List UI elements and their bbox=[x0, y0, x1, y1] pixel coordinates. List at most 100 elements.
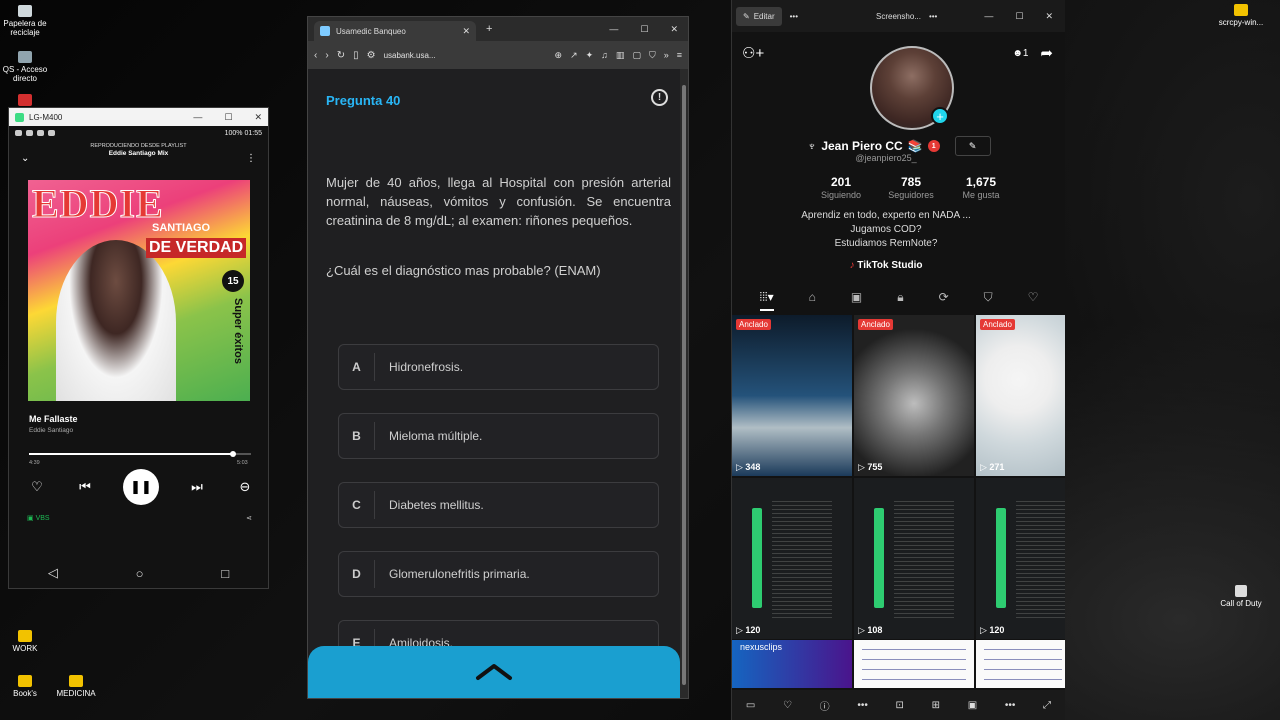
device-icon[interactable]: ▣ VBS bbox=[27, 514, 50, 522]
close-icon[interactable]: ✕ bbox=[670, 24, 678, 35]
recents-icon[interactable]: □ bbox=[221, 566, 229, 581]
option-d[interactable]: D Glomerulonefritis primaria. bbox=[338, 551, 659, 597]
close-icon[interactable]: ✕ bbox=[1045, 11, 1053, 22]
expand-icon[interactable]: ⤢ bbox=[1043, 700, 1051, 711]
stat-following[interactable]: 201 Siguiendo bbox=[806, 175, 876, 200]
browser-tab[interactable]: Usamedic Banqueo ✕ bbox=[314, 21, 476, 41]
reading-icon[interactable]: ♫ bbox=[601, 50, 608, 61]
video-tile[interactable]: Anclado ▷ 348 bbox=[732, 315, 852, 476]
edit-button[interactable]: ✎ Editar bbox=[736, 6, 782, 26]
heart-icon[interactable]: ♡ bbox=[27, 479, 47, 495]
video-tile[interactable]: ▷ 120 bbox=[976, 478, 1065, 639]
chevron-down-icon[interactable]: ⌄ bbox=[21, 153, 29, 164]
video-tile[interactable] bbox=[854, 640, 974, 688]
tab-liked-icon[interactable]: ♡ bbox=[1028, 290, 1039, 311]
phone-mirror-window[interactable]: LG-M400 — ☐ ✕ 100% 01:55 ⌄ ⋮ REPRODUCIEN… bbox=[8, 107, 269, 589]
tab-saved-icon[interactable]: ⛉ bbox=[984, 290, 993, 311]
info-icon[interactable]: ⓘ bbox=[820, 698, 830, 713]
remove-icon[interactable]: ⊖ bbox=[235, 479, 255, 495]
home-icon[interactable]: ○ bbox=[136, 566, 144, 581]
video-tile[interactable]: ▷ 120 bbox=[732, 478, 852, 639]
option-a[interactable]: A Hidronefrosis. bbox=[338, 344, 659, 390]
share-icon[interactable]: ➦ bbox=[1040, 44, 1053, 62]
more-icon[interactable]: ••• bbox=[929, 12, 937, 21]
scrollbar-thumb[interactable] bbox=[682, 85, 686, 685]
video-tile[interactable]: ▷ 108 bbox=[854, 478, 974, 639]
desktop-icon-scrcpy[interactable]: scrcpy-win... bbox=[1211, 4, 1271, 27]
tiktok-window[interactable]: ✎ Editar ••• Screensho... ••• — ☐ ✕ ⚇+ ☻1… bbox=[731, 0, 1065, 720]
next-icon[interactable]: ⏭ bbox=[187, 479, 207, 495]
stat-followers[interactable]: 785 Seguidores bbox=[876, 175, 946, 200]
tab-videos-grid-icon[interactable]: ⦙⦙⦙▾ bbox=[759, 290, 774, 311]
maximize-icon[interactable]: ☐ bbox=[224, 112, 232, 123]
browser-window[interactable]: Usamedic Banqueo ✕ + — ☐ ✕ ‹ › ↻ ▯ ⚙ usa… bbox=[307, 16, 689, 699]
phone-window-titlebar[interactable]: LG-M400 — ☐ ✕ bbox=[9, 108, 268, 126]
stat-likes[interactable]: 1,675 Me gusta bbox=[946, 175, 1016, 200]
crop-icon[interactable]: ⊞ bbox=[932, 700, 940, 711]
maximize-icon[interactable]: ☐ bbox=[1015, 11, 1023, 22]
tab-private-icon[interactable]: 🔒︎ bbox=[897, 290, 903, 311]
shield-icon[interactable]: ⛉ bbox=[649, 50, 656, 61]
video-tile[interactable] bbox=[976, 640, 1065, 688]
desktop-icon-recycle-bin[interactable]: Papelera de reciclaje bbox=[0, 5, 55, 37]
desktop-icon-work[interactable]: WORK bbox=[0, 630, 55, 653]
extension-icon[interactable]: ✦ bbox=[586, 50, 594, 61]
desktop-icon-qs[interactable]: QS - Acceso directo bbox=[0, 51, 55, 83]
playlist-header: REPRODUCIENDO DESDE PLAYLIST Eddie Santi… bbox=[9, 143, 268, 159]
expand-panel-button[interactable] bbox=[308, 646, 680, 698]
back-icon[interactable]: ◁ bbox=[48, 565, 58, 581]
add-story-icon[interactable]: + bbox=[931, 107, 949, 125]
close-tab-icon[interactable]: ✕ bbox=[462, 26, 470, 37]
share-icon[interactable]: ↗ bbox=[570, 50, 578, 61]
minimize-icon[interactable]: — bbox=[609, 24, 618, 35]
tiktok-studio-link[interactable]: ♪ TikTok Studio bbox=[732, 260, 1053, 271]
sidebar-icon[interactable]: ▥ bbox=[616, 50, 625, 61]
reload-icon[interactable]: ↻ bbox=[337, 50, 345, 61]
tab-shop-icon[interactable]: ⌂ bbox=[809, 290, 816, 311]
option-c[interactable]: C Diabetes mellitus. bbox=[338, 482, 659, 528]
profile-tabs: ⦙⦙⦙▾ ⌂ ▣ 🔒︎ ⟳ ⛉ ♡ bbox=[732, 290, 1065, 311]
pause-button[interactable]: ❚❚ bbox=[123, 469, 159, 505]
minimize-icon[interactable]: — bbox=[984, 11, 993, 22]
screenshot-icon[interactable]: ▢ bbox=[632, 50, 641, 61]
more-icon[interactable]: » bbox=[664, 50, 669, 61]
add-friend-icon[interactable]: ⚇+ bbox=[742, 44, 764, 62]
page-scrollbar[interactable] bbox=[680, 69, 688, 698]
desktop-icon-call-of-duty[interactable]: Call of Duty bbox=[1211, 585, 1271, 608]
window-icon[interactable]: ▣ bbox=[968, 700, 977, 711]
menu-icon[interactable]: ≡ bbox=[677, 50, 682, 61]
more-icon[interactable]: ••• bbox=[1005, 700, 1016, 711]
video-tile[interactable]: nexusclips bbox=[732, 640, 852, 688]
capture-icon[interactable]: ⊡ bbox=[896, 700, 904, 711]
forward-icon[interactable]: › bbox=[325, 50, 328, 61]
info-icon[interactable]: ! bbox=[651, 89, 668, 106]
desktop-icon-medicina[interactable]: MEDICINA bbox=[46, 675, 106, 698]
video-tile[interactable]: Anclado ▷ 271 bbox=[976, 315, 1065, 476]
minimize-icon[interactable]: — bbox=[193, 112, 202, 123]
desktop-icon-app[interactable] bbox=[0, 94, 55, 108]
site-info-icon[interactable]: ⚙ bbox=[367, 50, 376, 61]
zoom-icon[interactable]: ⊕ bbox=[555, 50, 563, 61]
playback-extras: ▣ VBS ⋖ bbox=[27, 514, 252, 522]
heart-icon[interactable]: ♡ bbox=[783, 700, 792, 711]
tab-stickers-icon[interactable]: ▣ bbox=[851, 290, 862, 311]
song-artist[interactable]: Eddie Santiago bbox=[29, 427, 73, 434]
bookmark-icon[interactable]: ▯ bbox=[353, 50, 359, 61]
tab-reposts-icon[interactable]: ⟳ bbox=[939, 290, 949, 311]
previous-icon[interactable]: ⏮ bbox=[75, 479, 95, 495]
share-icon[interactable]: ⋖ bbox=[246, 514, 252, 522]
maximize-icon[interactable]: ☐ bbox=[640, 24, 648, 35]
new-tab-icon[interactable]: + bbox=[486, 23, 492, 35]
option-b[interactable]: B Mieloma múltiple. bbox=[338, 413, 659, 459]
playback-progress-bar[interactable] bbox=[29, 451, 251, 457]
notifications-avatar-icon[interactable]: ☻1 bbox=[1012, 48, 1028, 59]
back-icon[interactable]: ‹ bbox=[314, 50, 317, 61]
more-icon[interactable]: ••• bbox=[857, 700, 868, 711]
video-tile[interactable]: Anclado ▷ 755 bbox=[854, 315, 974, 476]
more-options-icon[interactable]: ⋮ bbox=[246, 153, 256, 164]
screen-icon[interactable]: ▭ bbox=[746, 700, 755, 711]
close-icon[interactable]: ✕ bbox=[254, 112, 262, 123]
address-bar[interactable]: usabank.usa... bbox=[384, 51, 436, 60]
progress-knob[interactable] bbox=[230, 451, 237, 457]
more-icon[interactable]: ••• bbox=[790, 12, 798, 21]
